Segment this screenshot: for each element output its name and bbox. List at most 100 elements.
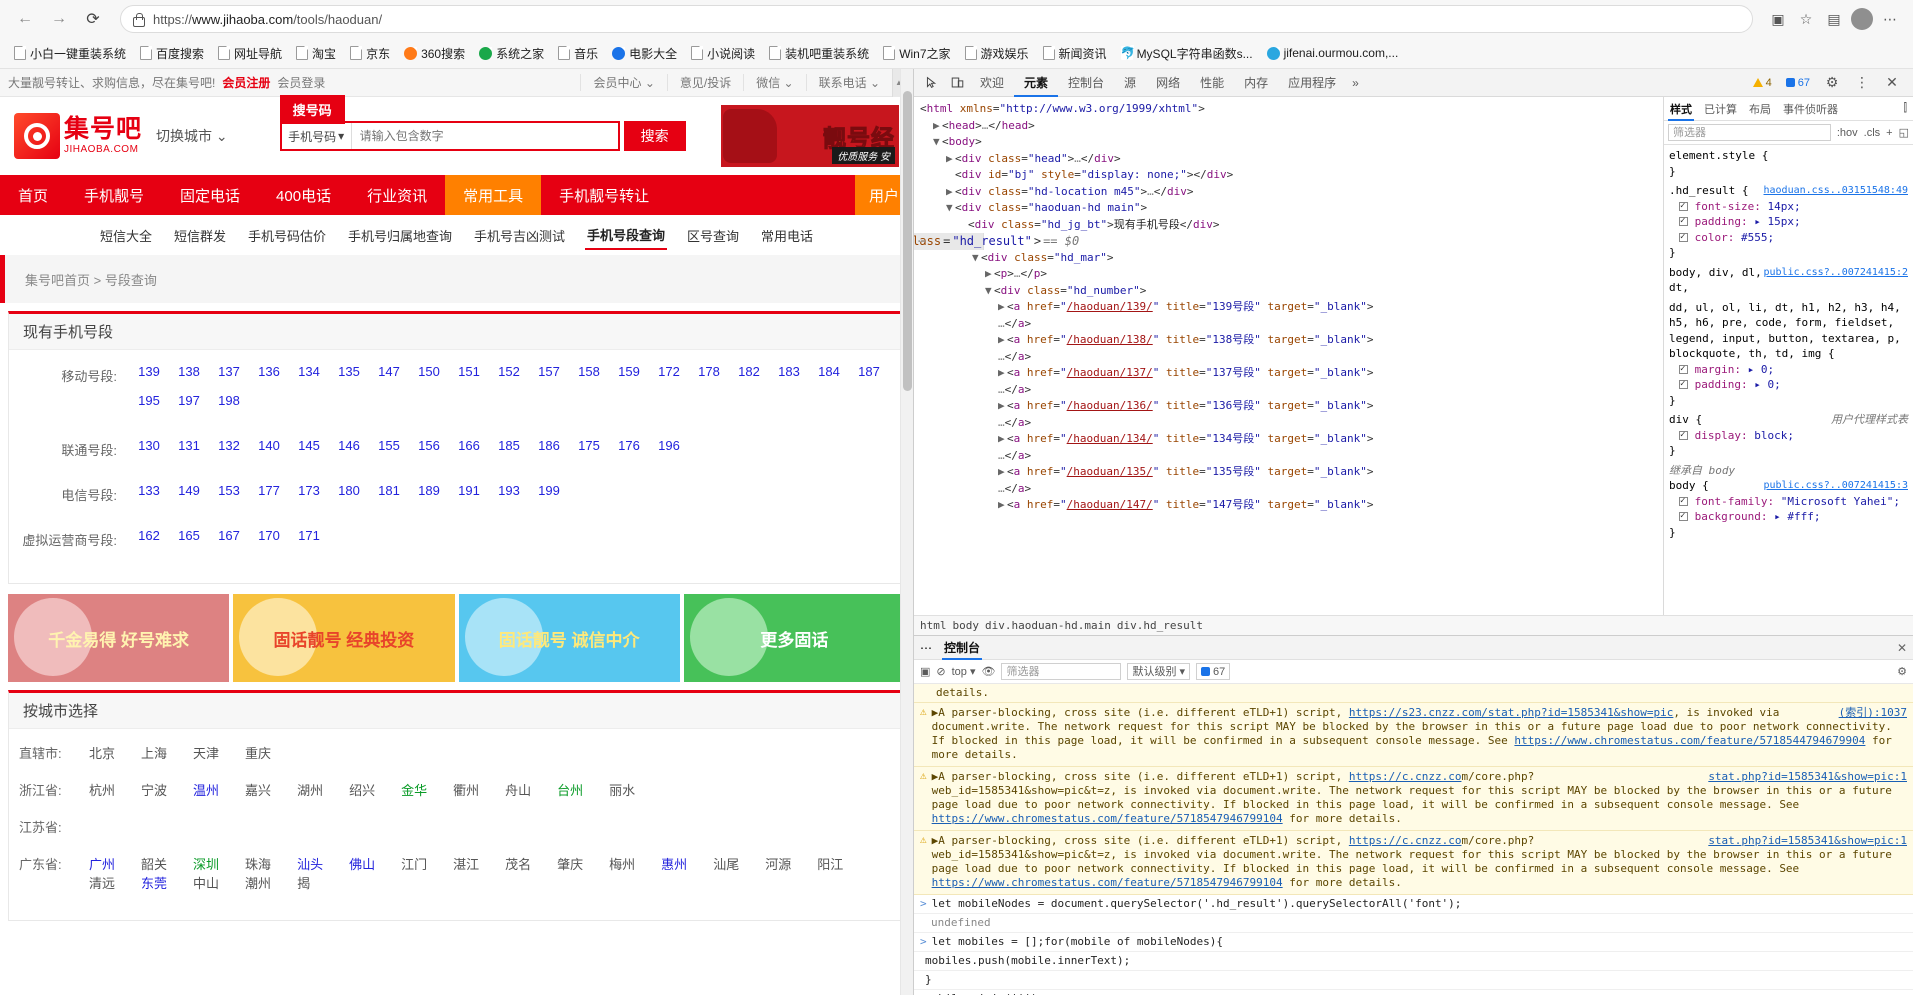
dom-tree-line[interactable]: ▼ <div class="hd_number"> — [914, 283, 1663, 300]
login-link[interactable]: 会员登录 — [277, 74, 325, 91]
image-blocked-icon[interactable]: ▣ — [1765, 6, 1791, 32]
style-rule[interactable]: dd, ul, ol, li, dt, h1, h2, h3, h4, h5, … — [1669, 300, 1908, 409]
bookmark-item[interactable]: 百度搜索 — [134, 42, 210, 65]
back-button[interactable]: ← — [10, 5, 40, 33]
style-property[interactable]: padding: ▸ 0; — [1669, 377, 1908, 393]
styles-tab[interactable]: 事件侦听器 — [1781, 97, 1840, 121]
city-link[interactable]: 广州 — [89, 854, 115, 873]
city-link[interactable]: 舟山 — [505, 780, 531, 799]
address-bar[interactable]: https://www.jihaoba.com/tools/haoduan/ — [120, 5, 1753, 33]
mainnav-item[interactable]: 400电话 — [258, 175, 349, 215]
topbar-item[interactable]: 联系电话 ⌄ — [805, 74, 892, 91]
dom-tree-line[interactable]: ▶ <div class="hd-location m45">…</div> — [914, 184, 1663, 201]
hover-state-button[interactable]: :hov — [1837, 127, 1858, 139]
city-link[interactable]: 潮州 — [245, 873, 271, 892]
console-output[interactable]: details. ⚠ (索引):1037 ▶A parser-blocking, cr… — [914, 684, 1913, 995]
warning-count-badge[interactable]: 4 — [1748, 76, 1777, 90]
style-property[interactable]: margin: ▸ 0; — [1669, 362, 1908, 377]
segment-number-link[interactable]: 156 — [409, 438, 449, 453]
style-property[interactable]: background: ▸ #fff; — [1669, 509, 1908, 525]
segment-number-link[interactable]: 135 — [329, 364, 369, 379]
city-link[interactable]: 金华 — [401, 780, 427, 799]
promo-banner[interactable]: 更多固话 — [683, 594, 905, 682]
styles-tab[interactable]: 已计算 — [1702, 97, 1739, 121]
devtools-tab[interactable]: 网络 — [1146, 69, 1190, 97]
new-style-rule-button[interactable]: + — [1886, 127, 1892, 139]
segment-number-link[interactable]: 150 — [409, 364, 449, 379]
console-source-link[interactable]: stat.php?id=1585341&show=pic:1 — [1708, 770, 1907, 784]
subnav-item[interactable]: 手机号段查询 — [585, 221, 668, 250]
bookmark-item[interactable]: 游戏娱乐 — [959, 42, 1035, 65]
segment-number-link[interactable]: 140 — [249, 438, 289, 453]
dom-tree-line[interactable]: ▼ <div class="hd_mar"> — [914, 250, 1663, 267]
mainnav-item[interactable]: 固定电话 — [162, 175, 258, 215]
segment-number-link[interactable]: 182 — [729, 364, 769, 379]
styles-filter-input[interactable]: 筛选器 — [1668, 124, 1831, 141]
bookmark-item[interactable]: 音乐 — [552, 42, 604, 65]
city-link[interactable]: 上海 — [141, 743, 167, 762]
segment-number-link[interactable]: 173 — [289, 483, 329, 498]
segment-number-link[interactable]: 176 — [609, 438, 649, 453]
city-link[interactable]: 佛山 — [349, 854, 375, 873]
city-link[interactable]: 韶关 — [141, 854, 167, 873]
devtools-tab[interactable]: 元素 — [1014, 69, 1058, 97]
dom-tree-line[interactable]: …</a> — [914, 382, 1663, 399]
segment-number-link[interactable]: 146 — [329, 438, 369, 453]
style-source-link[interactable]: public.css?..007241415:2 — [1764, 265, 1909, 296]
dom-tree-line[interactable]: ▶ <div class="head">…</div> — [914, 151, 1663, 168]
city-link[interactable]: 清远 — [89, 873, 115, 892]
segment-number-link[interactable]: 184 — [809, 364, 849, 379]
dom-tree-line[interactable]: <div class="hd_jg_bt">现有手机号段</div> — [914, 217, 1663, 234]
devtools-tab[interactable]: 源 — [1114, 69, 1146, 97]
devtools-more-tabs[interactable]: » — [1346, 76, 1365, 90]
more-icon[interactable]: ⋯ — [1877, 6, 1903, 32]
devtools-tab[interactable]: 内存 — [1234, 69, 1278, 97]
class-button[interactable]: .cls — [1864, 127, 1881, 139]
console-input-line[interactable]: mobiles.join('|'); — [914, 990, 1913, 995]
dom-tree[interactable]: <html xmlns="http://www.w3.org/1999/xhtm… — [914, 97, 1663, 615]
city-link[interactable]: 天津 — [193, 743, 219, 762]
gear-icon[interactable]: ⚙ — [1819, 70, 1845, 96]
clear-console-icon[interactable]: ⊘ — [936, 665, 945, 678]
sidebar-toggle-icon[interactable]: ▣ — [920, 665, 930, 678]
segment-number-link[interactable]: 172 — [649, 364, 689, 379]
city-link[interactable]: 深圳 — [193, 854, 219, 873]
city-link[interactable]: 茂名 — [505, 854, 531, 873]
console-issue-count[interactable]: 67 — [1196, 663, 1231, 680]
drawer-more-tabs[interactable]: ⋯ — [920, 641, 932, 655]
device-toolbar-icon[interactable] — [944, 71, 970, 95]
devtools-tab[interactable]: 性能 — [1190, 69, 1234, 97]
segment-number-link[interactable]: 138 — [169, 364, 209, 379]
subnav-item[interactable]: 常用电话 — [759, 222, 815, 249]
segment-number-link[interactable]: 180 — [329, 483, 369, 498]
segment-number-link[interactable]: 175 — [569, 438, 609, 453]
segment-number-link[interactable]: 152 — [489, 364, 529, 379]
console-input-line[interactable]: mobiles.push(mobile.innerText); — [914, 952, 1913, 971]
segment-number-link[interactable]: 186 — [529, 438, 569, 453]
styles-tab[interactable]: 布局 — [1747, 97, 1773, 121]
console-warning[interactable]: ⚠ (索引):1037 ▶A parser-blocking, cross site… — [914, 703, 1913, 767]
city-link[interactable]: 汕头 — [297, 854, 323, 873]
gear-icon[interactable]: ⚙ — [1897, 665, 1907, 678]
segment-number-link[interactable]: 196 — [649, 438, 689, 453]
dom-breadcrumb[interactable]: html body div.haoduan-hd.main div.hd_result — [914, 615, 1913, 635]
dom-tree-line[interactable]: ▶ <a href="/haoduan/137/" title="137号段" t… — [914, 365, 1663, 382]
promo-banner[interactable]: 固话靓号 诚信中介 — [458, 594, 680, 682]
segment-number-link[interactable]: 166 — [449, 438, 489, 453]
error-count-badge[interactable]: 67 — [1781, 76, 1815, 90]
subnav-item[interactable]: 区号查询 — [685, 222, 741, 249]
city-link[interactable]: 绍兴 — [349, 780, 375, 799]
style-property[interactable]: color: #555; — [1669, 230, 1908, 245]
city-link[interactable]: 台州 — [557, 780, 583, 799]
mainnav-item[interactable]: 常用工具 — [445, 175, 542, 215]
segment-number-link[interactable]: 139 — [129, 364, 169, 379]
segment-number-link[interactable]: 171 — [289, 528, 329, 543]
subnav-item[interactable]: 短信大全 — [98, 222, 154, 249]
city-link[interactable]: 嘉兴 — [245, 780, 271, 799]
city-link[interactable]: 重庆 — [245, 743, 271, 762]
city-link[interactable]: 珠海 — [245, 854, 271, 873]
dom-tree-line[interactable]: ▶ <p>…</p> — [914, 266, 1663, 283]
segment-number-link[interactable]: 187 — [849, 364, 889, 379]
mainnav-item[interactable]: 行业资讯 — [349, 175, 445, 215]
segment-number-link[interactable]: 177 — [249, 483, 289, 498]
